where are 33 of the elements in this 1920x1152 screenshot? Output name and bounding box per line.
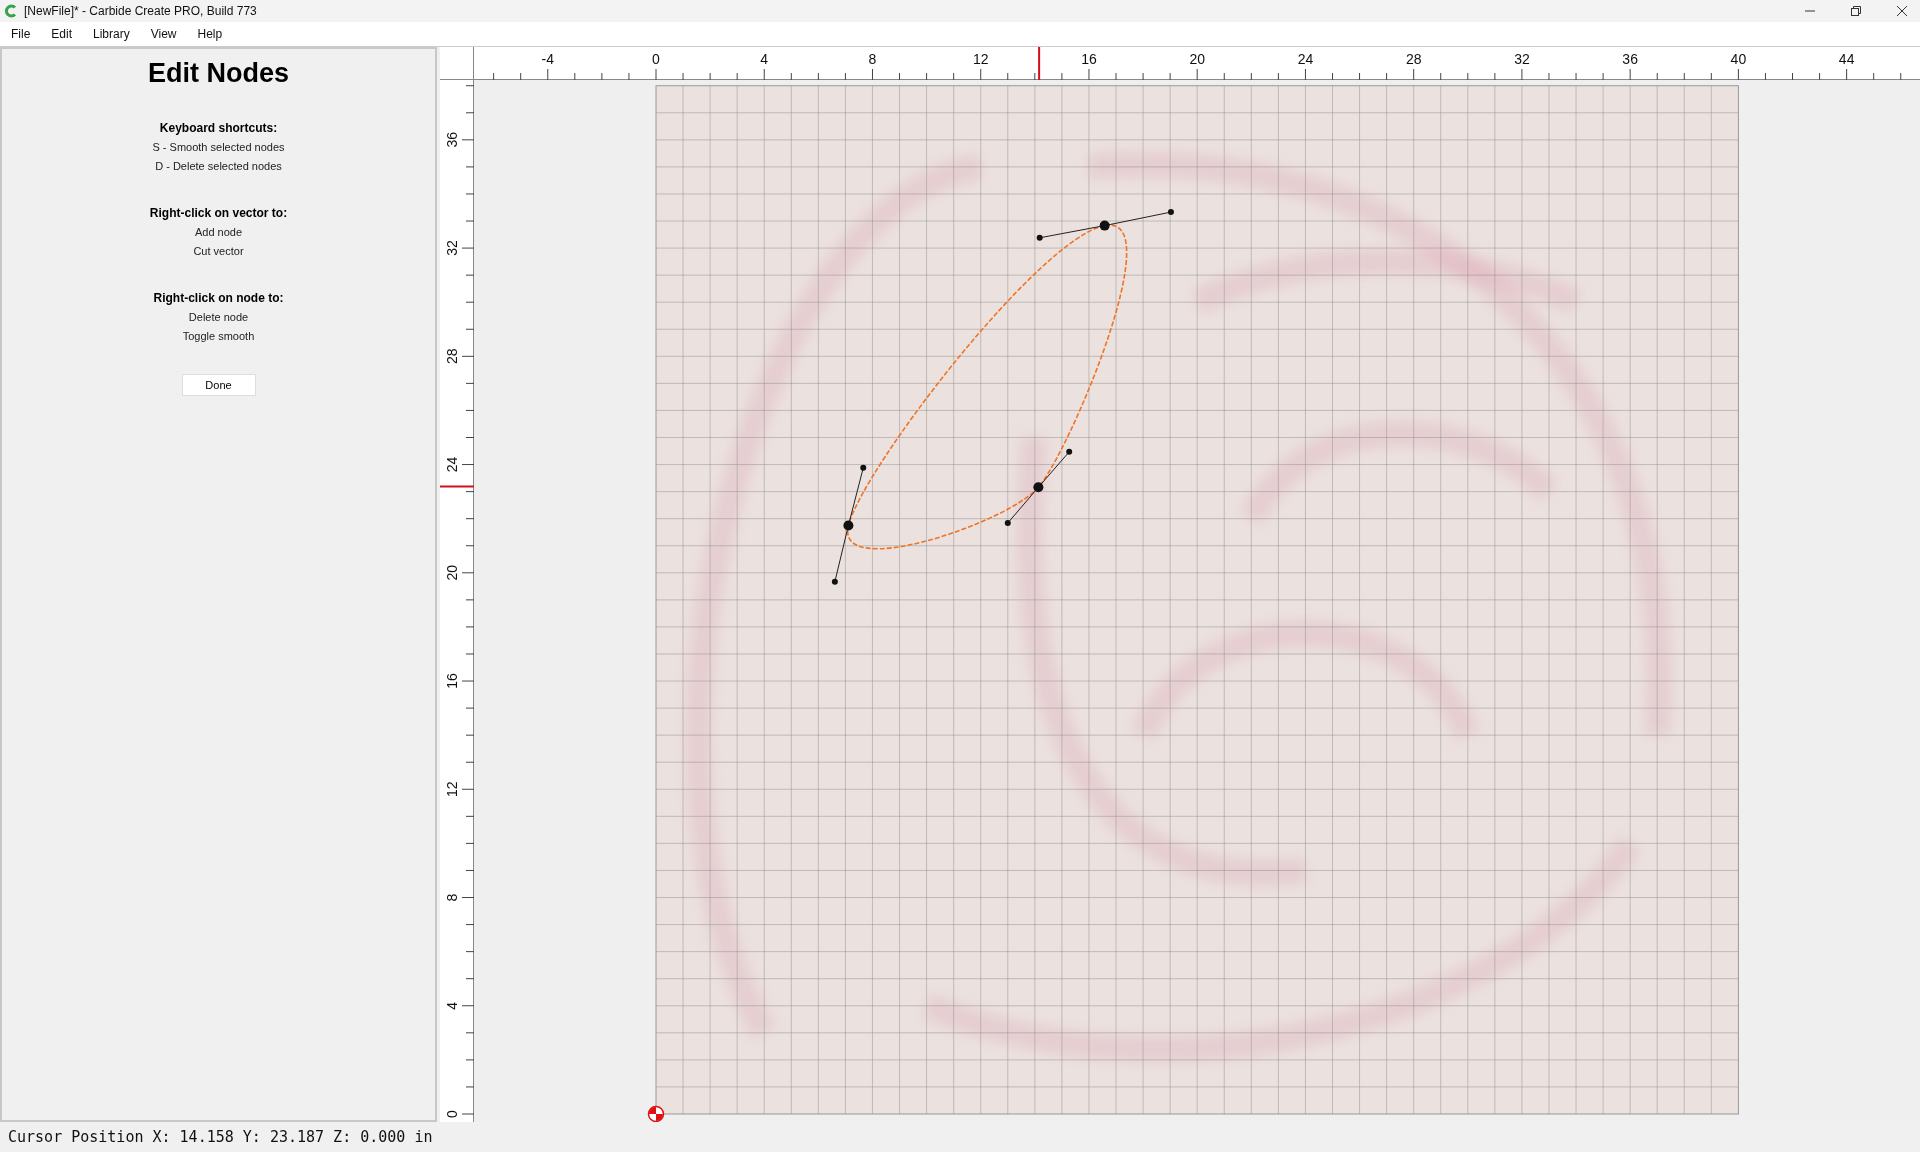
node-point[interactable] [1099,220,1110,231]
help-line: Toggle smooth [182,329,255,344]
close-icon[interactable] [1896,5,1908,17]
restore-icon[interactable] [1850,5,1862,17]
section-heading: Right-click on node to: [153,290,284,307]
handle-point[interactable] [860,464,867,471]
section-heading: Keyboard shortcuts: [159,120,278,137]
section-heading: Right-click on vector to: [149,205,288,222]
app-logo-icon [4,4,18,18]
menu-item[interactable]: Help [197,27,223,41]
menu-item[interactable]: View [150,27,177,41]
help-line: S - Smooth selected nodes [152,140,285,155]
handle-point[interactable] [831,578,838,585]
handle-point[interactable] [1167,209,1174,216]
cursor-position-text: Cursor Position X: 14.158 Y: 23.187 Z: 0.000 in [8,1127,433,1146]
vertical-ruler: 0 4 8 12 16 20 24 28 32 36 [440,80,474,1122]
window-title: [NewFile]* - Carbide Create PRO, Build 773 [24,4,257,18]
handle-point[interactable] [1066,448,1073,455]
done-button[interactable]: Done [181,374,256,396]
node-point[interactable] [1033,482,1044,493]
origin-icon [647,1105,665,1122]
help-line: D - Delete selected nodes [155,159,282,174]
handle-point[interactable] [1036,234,1043,241]
menu-item[interactable]: File [11,27,31,41]
help-line: Delete node [188,310,249,325]
handle-point[interactable] [1004,520,1011,526]
node-point[interactable] [843,520,854,531]
panel-title: Edit Nodes [148,58,289,89]
horizontal-ruler: -4 0 4 8 12 16 20 24 28 32 36 40 44 [474,47,1920,80]
menu-item[interactable]: Edit [51,27,73,41]
menu-item[interactable]: Library [93,27,130,41]
help-line: Add node [194,225,243,240]
help-line: Cut vector [193,244,244,259]
